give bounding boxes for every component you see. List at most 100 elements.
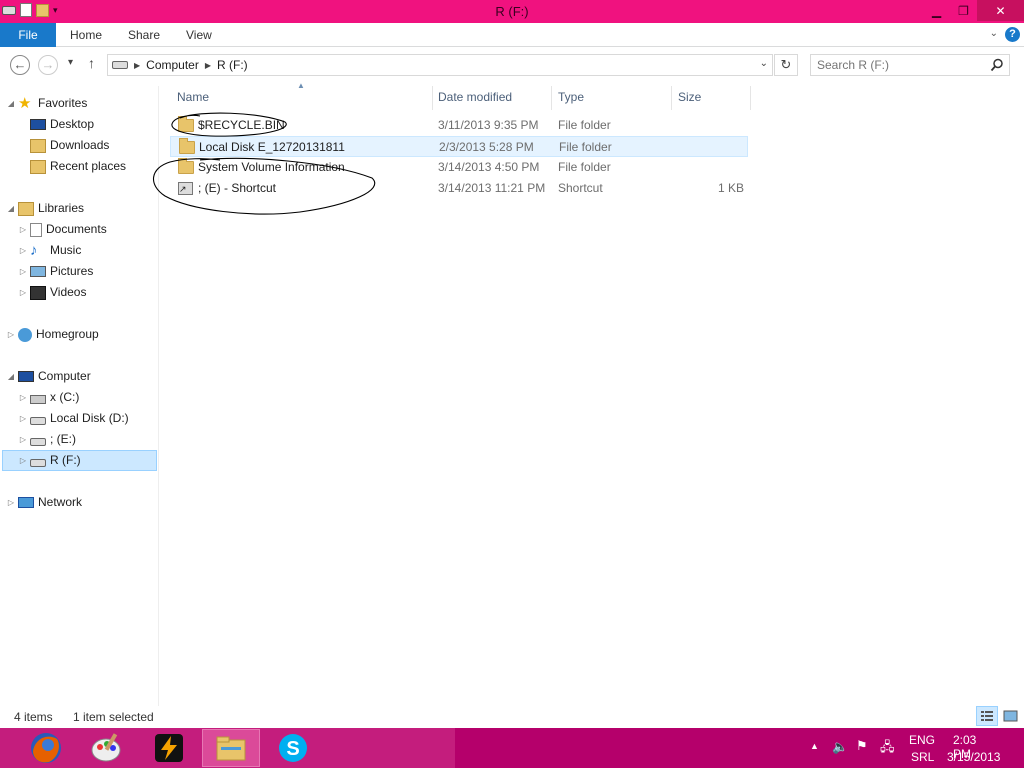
winamp-icon bbox=[155, 734, 183, 762]
file-size: 1 KB bbox=[717, 181, 744, 195]
taskbar-file-explorer[interactable] bbox=[202, 729, 260, 767]
taskbar-paint[interactable] bbox=[77, 729, 135, 767]
expand-ribbon-icon[interactable]: ⌄ bbox=[990, 28, 998, 39]
pane-divider[interactable] bbox=[158, 86, 159, 706]
tree-desktop[interactable]: Desktop bbox=[18, 114, 94, 135]
recent-locations-icon[interactable]: ▾ bbox=[68, 57, 73, 68]
tree-network[interactable]: ▷ Network bbox=[6, 492, 82, 513]
downloads-icon bbox=[30, 138, 46, 153]
tree-pictures[interactable]: ▷ Pictures bbox=[18, 261, 93, 282]
tree-drive-d[interactable]: ▷ Local Disk (D:) bbox=[18, 408, 129, 429]
column-divider[interactable] bbox=[671, 86, 672, 110]
column-header-type[interactable]: Type bbox=[558, 86, 584, 110]
tree-downloads[interactable]: Downloads bbox=[18, 135, 109, 156]
file-row[interactable]: System Volume Information 3/14/2013 4:50… bbox=[170, 157, 748, 178]
column-header-size[interactable]: Size bbox=[678, 86, 701, 110]
expand-arrow-icon[interactable]: ▷ bbox=[18, 219, 28, 240]
search-icon[interactable] bbox=[990, 58, 1004, 72]
details-view-button[interactable] bbox=[976, 706, 998, 726]
expand-arrow-icon[interactable]: ▷ bbox=[18, 387, 28, 408]
breadcrumb-current[interactable]: R (F:) bbox=[217, 58, 248, 72]
restore-button[interactable]: ❐ bbox=[950, 0, 977, 21]
file-row[interactable]: Local Disk E_12720131811 2/3/2013 5:28 P… bbox=[170, 136, 748, 157]
tree-documents[interactable]: ▷ Documents bbox=[18, 219, 107, 240]
language-indicator[interactable]: ENG bbox=[909, 733, 935, 747]
back-button[interactable]: ← bbox=[10, 55, 30, 75]
file-date: 3/14/2013 4:50 PM bbox=[438, 160, 540, 174]
tree-libraries[interactable]: ◢ Libraries bbox=[6, 198, 84, 219]
breadcrumb-computer[interactable]: Computer bbox=[146, 58, 199, 72]
tree-favorites[interactable]: ◢ ★ Favorites bbox=[6, 93, 87, 114]
file-type: File folder bbox=[558, 118, 611, 132]
collapse-arrow-icon[interactable]: ◢ bbox=[6, 366, 16, 387]
status-bar: 4 items 1 item selected bbox=[0, 706, 1024, 728]
breadcrumb-separator-icon[interactable]: ▶ bbox=[134, 61, 140, 70]
tree-drive-f[interactable]: ▷ R (F:) bbox=[2, 450, 157, 471]
tree-drive-e[interactable]: ▷ ; (E:) bbox=[18, 429, 76, 450]
file-name: $RECYCLE.BIN bbox=[198, 118, 285, 132]
tab-view[interactable]: View bbox=[186, 23, 212, 47]
tree-videos[interactable]: ▷ Videos bbox=[18, 282, 86, 303]
expand-arrow-icon[interactable]: ▷ bbox=[18, 240, 28, 261]
file-row[interactable]: ; (E) - Shortcut 3/14/2013 11:21 PM Shor… bbox=[170, 178, 748, 200]
selection-count: 1 item selected bbox=[73, 710, 154, 724]
taskbar-winamp[interactable] bbox=[140, 729, 198, 767]
column-divider[interactable] bbox=[750, 86, 751, 110]
minimize-button[interactable]: ▁ bbox=[923, 0, 950, 21]
expand-arrow-icon[interactable]: ▷ bbox=[18, 261, 28, 282]
folder-icon bbox=[178, 158, 194, 174]
tree-recent-places[interactable]: Recent places bbox=[18, 156, 126, 177]
action-center-flag-icon[interactable]: ⚑ bbox=[856, 738, 868, 754]
music-icon: ♪ bbox=[30, 241, 38, 259]
taskbar-skype[interactable]: S bbox=[264, 729, 322, 767]
refresh-button[interactable]: ↻ bbox=[774, 54, 798, 76]
tree-drive-c[interactable]: ▷ x (C:) bbox=[18, 387, 79, 408]
column-divider[interactable] bbox=[432, 86, 433, 110]
computer-icon bbox=[18, 371, 34, 382]
tree-homegroup[interactable]: ▷ Homegroup bbox=[6, 324, 99, 345]
file-name: System Volume Information bbox=[198, 160, 345, 174]
navigation-bar: ← → ▾ ↑ ▶ Computer ▶ R (F:) ⌄ ↻ bbox=[0, 48, 1024, 82]
expand-arrow-icon[interactable]: ▷ bbox=[18, 429, 28, 450]
recent-places-icon bbox=[30, 159, 46, 174]
forward-button[interactable]: → bbox=[38, 55, 58, 75]
tree-computer[interactable]: ◢ Computer bbox=[6, 366, 91, 387]
tab-file[interactable]: File bbox=[0, 23, 56, 47]
column-divider[interactable] bbox=[551, 86, 552, 110]
search-box[interactable] bbox=[810, 54, 1010, 76]
folder-icon bbox=[179, 138, 195, 154]
show-hidden-icons-icon[interactable]: ▲ bbox=[810, 741, 819, 751]
large-icons-view-button[interactable] bbox=[1000, 706, 1022, 726]
expand-arrow-icon[interactable]: ▷ bbox=[18, 408, 28, 429]
expand-arrow-icon[interactable]: ▷ bbox=[18, 282, 28, 303]
homegroup-icon bbox=[18, 327, 32, 342]
tab-share[interactable]: Share bbox=[128, 23, 160, 47]
expand-arrow-icon[interactable]: ▷ bbox=[6, 324, 16, 345]
clock-date[interactable]: 3/15/2013 bbox=[947, 750, 1000, 764]
column-header-name[interactable]: Name bbox=[177, 86, 209, 110]
keyboard-layout-indicator[interactable]: SRL bbox=[911, 750, 934, 764]
tree-music[interactable]: ▷ ♪ Music bbox=[18, 240, 81, 261]
close-button[interactable]: ✕ bbox=[977, 0, 1024, 21]
column-header-date[interactable]: Date modified bbox=[438, 86, 512, 110]
network-tray-icon[interactable]: 🖧 bbox=[880, 738, 895, 760]
drive-icon bbox=[30, 437, 46, 446]
expand-arrow-icon[interactable]: ▷ bbox=[6, 492, 16, 513]
help-icon[interactable]: ? bbox=[1005, 27, 1020, 42]
breadcrumb-separator-icon[interactable]: ▶ bbox=[205, 61, 211, 70]
address-dropdown-icon[interactable]: ⌄ bbox=[760, 58, 768, 69]
up-button[interactable]: ↑ bbox=[88, 55, 95, 71]
collapse-arrow-icon[interactable]: ◢ bbox=[6, 198, 16, 219]
file-row[interactable]: $RECYCLE.BIN 3/11/2013 9:35 PM File fold… bbox=[170, 115, 748, 136]
volume-icon[interactable]: 🔈 bbox=[832, 739, 848, 755]
search-input[interactable] bbox=[817, 57, 982, 73]
collapse-arrow-icon[interactable]: ◢ bbox=[6, 93, 16, 114]
star-icon: ★ bbox=[18, 94, 32, 112]
navigation-pane: ◢ ★ Favorites Desktop Downloads Recent p… bbox=[0, 86, 158, 706]
expand-arrow-icon[interactable]: ▷ bbox=[18, 450, 28, 471]
tab-home[interactable]: Home bbox=[70, 23, 102, 47]
file-date: 3/11/2013 9:35 PM bbox=[438, 118, 539, 132]
address-bar[interactable]: ▶ Computer ▶ R (F:) ⌄ bbox=[107, 54, 773, 76]
skype-icon: S bbox=[279, 734, 307, 762]
taskbar-firefox[interactable] bbox=[17, 729, 75, 767]
